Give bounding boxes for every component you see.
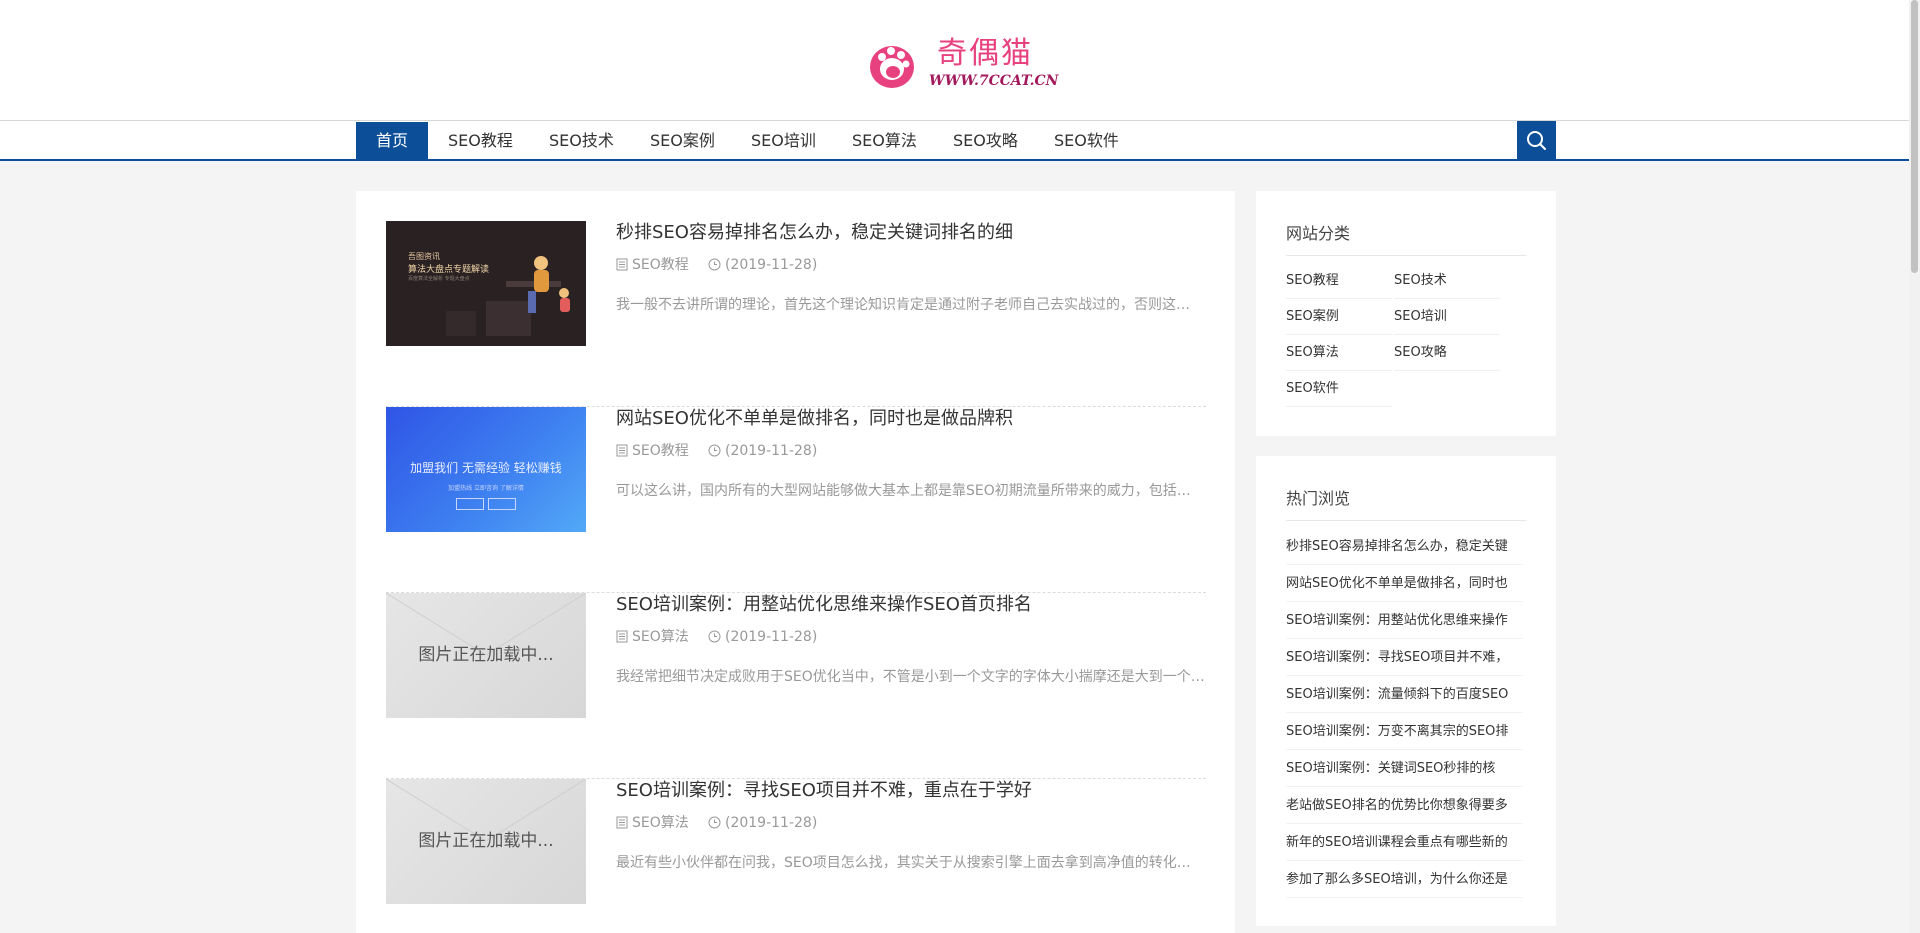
thumbnail-illustration bbox=[446, 256, 570, 336]
post-item: 图片正在加载中... SEO培训案例：寻找SEO项目并不难，重点在于学好 SEO… bbox=[386, 779, 1206, 933]
hot-widget: 热门浏览 秒排SEO容易掉排名怎么办，稳定关键 网站SEO优化不单单是做排名，同… bbox=[1256, 456, 1556, 926]
post-category[interactable]: SEO教程 bbox=[616, 442, 689, 460]
thumb-line-1: 吾图资讯 bbox=[408, 252, 440, 261]
post-date-label: (2019-11-28) bbox=[725, 257, 818, 273]
thumb-line-2: 算法大盘点专题解读 bbox=[408, 265, 490, 275]
hot-link[interactable]: 老站做SEO排名的优势比你想象得要多 bbox=[1286, 787, 1523, 824]
page-scrollbar[interactable] bbox=[1909, 0, 1920, 933]
widget-title: 热门浏览 bbox=[1286, 485, 1526, 521]
category-link[interactable]: SEO算法 bbox=[1286, 335, 1392, 371]
category-link[interactable]: SEO案例 bbox=[1286, 299, 1392, 335]
post-title[interactable]: SEO培训案例：寻找SEO项目并不难，重点在于学好 bbox=[616, 779, 1032, 803]
post-excerpt: 我经常把细节决定成败用于SEO优化当中，不管是小到一个文字的字体大小揣摩还是大到… bbox=[616, 669, 1205, 685]
post-list: 吾图资讯 算法大盘点专题解读 百度算法全解析 专题大盘点 秒排SEO容易掉排名怎… bbox=[356, 191, 1235, 933]
post-category-label: SEO算法 bbox=[632, 629, 689, 645]
post-thumbnail[interactable]: 加盟我们 无需经验 轻松赚钱 加盟热线 立即咨询 了解详情 bbox=[386, 407, 586, 532]
document-icon bbox=[616, 258, 628, 271]
document-icon bbox=[616, 444, 628, 457]
post-thumbnail[interactable]: 图片正在加载中... bbox=[386, 779, 586, 904]
post-category[interactable]: SEO教程 bbox=[616, 256, 689, 274]
post-excerpt: 可以这么讲，国内所有的大型网站能够做大基本上都是靠SEO初期流量所带来的威力，包… bbox=[616, 483, 1191, 499]
post-date: (2019-11-28) bbox=[708, 256, 817, 274]
post-item: 图片正在加载中... SEO培训案例：用整站优化思维来操作SEO首页排名 SEO… bbox=[386, 593, 1206, 779]
hot-link[interactable]: 秒排SEO容易掉排名怎么办，稳定关键 bbox=[1286, 528, 1523, 565]
post-category[interactable]: SEO算法 bbox=[616, 814, 689, 832]
post-title[interactable]: SEO培训案例：用整站优化思维来操作SEO首页排名 bbox=[616, 593, 1032, 617]
nav-item-seo-tutorial[interactable]: SEO教程 bbox=[428, 122, 533, 160]
post-excerpt: 最近有些小伙伴都在问我，SEO项目怎么找，其实关于从搜索引擎上面去拿到高净值的转… bbox=[616, 855, 1191, 871]
logo-url[interactable]: WWW.7CCAT.CN bbox=[929, 73, 1058, 89]
clock-icon bbox=[708, 630, 721, 643]
document-icon bbox=[616, 630, 628, 643]
nav-item-seo-tech[interactable]: SEO技术 bbox=[529, 122, 634, 160]
search-button[interactable] bbox=[1517, 121, 1556, 160]
post-date-label: (2019-11-28) bbox=[725, 815, 818, 831]
post-title[interactable]: 网站SEO优化不单单是做排名，同时也是做品牌积 bbox=[616, 407, 1013, 431]
nav-item-seo-strategy[interactable]: SEO攻略 bbox=[933, 122, 1038, 160]
thumb-button-right bbox=[488, 498, 516, 510]
nav-item-seo-case[interactable]: SEO案例 bbox=[630, 122, 735, 160]
category-link[interactable]: SEO技术 bbox=[1394, 263, 1500, 299]
hot-link[interactable]: SEO培训案例：流量倾斜下的百度SEO bbox=[1286, 676, 1523, 713]
nav-item-seo-software[interactable]: SEO软件 bbox=[1034, 122, 1139, 160]
post-category[interactable]: SEO算法 bbox=[616, 628, 689, 646]
document-icon bbox=[616, 816, 628, 829]
hot-link[interactable]: SEO培训案例：用整站优化思维来操作 bbox=[1286, 602, 1523, 639]
post-item: 吾图资讯 算法大盘点专题解读 百度算法全解析 专题大盘点 秒排SEO容易掉排名怎… bbox=[386, 221, 1206, 407]
nav-item-seo-algorithm[interactable]: SEO算法 bbox=[832, 122, 937, 160]
thumb-placeholder: 图片正在加载中... bbox=[418, 645, 554, 665]
category-link[interactable]: SEO攻略 bbox=[1394, 335, 1500, 371]
category-widget: 网站分类 SEO教程 SEO技术 SEO案例 SEO培训 SEO算法 SEO攻略… bbox=[1256, 191, 1556, 436]
category-link[interactable]: SEO教程 bbox=[1286, 263, 1392, 299]
post-thumbnail[interactable]: 图片正在加载中... bbox=[386, 593, 586, 718]
thumb-line-1: 加盟我们 无需经验 轻松赚钱 bbox=[410, 461, 562, 475]
search-icon bbox=[1527, 131, 1546, 150]
scrollbar-thumb[interactable] bbox=[1911, 0, 1918, 273]
post-date: (2019-11-28) bbox=[708, 814, 817, 832]
hot-link[interactable]: 新年的SEO培训课程会重点有哪些新的 bbox=[1286, 824, 1523, 861]
main-nav: 首页 SEO教程 SEO技术 SEO案例 SEO培训 SEO算法 SEO攻略 S… bbox=[0, 120, 1909, 161]
clock-icon bbox=[708, 258, 721, 271]
hot-link[interactable]: SEO培训案例：万变不离其宗的SEO排 bbox=[1286, 713, 1523, 750]
post-item: 加盟我们 无需经验 轻松赚钱 加盟热线 立即咨询 了解详情 网站SEO优化不单单… bbox=[386, 407, 1206, 593]
thumb-placeholder: 图片正在加载中... bbox=[418, 831, 554, 851]
post-date: (2019-11-28) bbox=[708, 442, 817, 460]
post-date: (2019-11-28) bbox=[708, 628, 817, 646]
post-excerpt: 我一般不去讲所谓的理论，首先这个理论知识肯定是通过附子老师自己去实战过的，否则这… bbox=[616, 297, 1190, 313]
site-header: 奇偶猫 WWW.7CCAT.CN bbox=[0, 0, 1909, 121]
post-date-label: (2019-11-28) bbox=[725, 443, 818, 459]
hot-link[interactable]: SEO培训案例：关键词SEO秒排的核 bbox=[1286, 750, 1523, 787]
thumb-line-3: 百度算法全解析 专题大盘点 bbox=[408, 276, 470, 282]
category-link[interactable]: SEO培训 bbox=[1394, 299, 1500, 335]
post-thumbnail[interactable]: 吾图资讯 算法大盘点专题解读 百度算法全解析 专题大盘点 bbox=[386, 221, 586, 346]
post-title[interactable]: 秒排SEO容易掉排名怎么办，稳定关键词排名的细 bbox=[616, 221, 1013, 245]
hot-link[interactable]: 网站SEO优化不单单是做排名，同时也 bbox=[1286, 565, 1523, 602]
post-category-label: SEO教程 bbox=[632, 257, 689, 273]
nav-item-seo-training[interactable]: SEO培训 bbox=[731, 122, 836, 160]
thumb-line-2: 加盟热线 立即咨询 了解详情 bbox=[448, 485, 524, 492]
clock-icon bbox=[708, 816, 721, 829]
hot-link[interactable]: SEO培训案例：寻找SEO项目并不难， bbox=[1286, 639, 1523, 676]
post-category-label: SEO教程 bbox=[632, 443, 689, 459]
category-link[interactable]: SEO软件 bbox=[1286, 371, 1392, 407]
post-date-label: (2019-11-28) bbox=[725, 629, 818, 645]
post-category-label: SEO算法 bbox=[632, 815, 689, 831]
thumb-button-left bbox=[456, 498, 484, 510]
widget-title: 网站分类 bbox=[1286, 220, 1526, 256]
nav-item-home[interactable]: 首页 bbox=[356, 122, 428, 160]
hot-link[interactable]: 参加了那么多SEO培训，为什么你还是 bbox=[1286, 861, 1523, 898]
logo-text[interactable]: 奇偶猫 bbox=[937, 36, 1033, 72]
clock-icon bbox=[708, 444, 721, 457]
